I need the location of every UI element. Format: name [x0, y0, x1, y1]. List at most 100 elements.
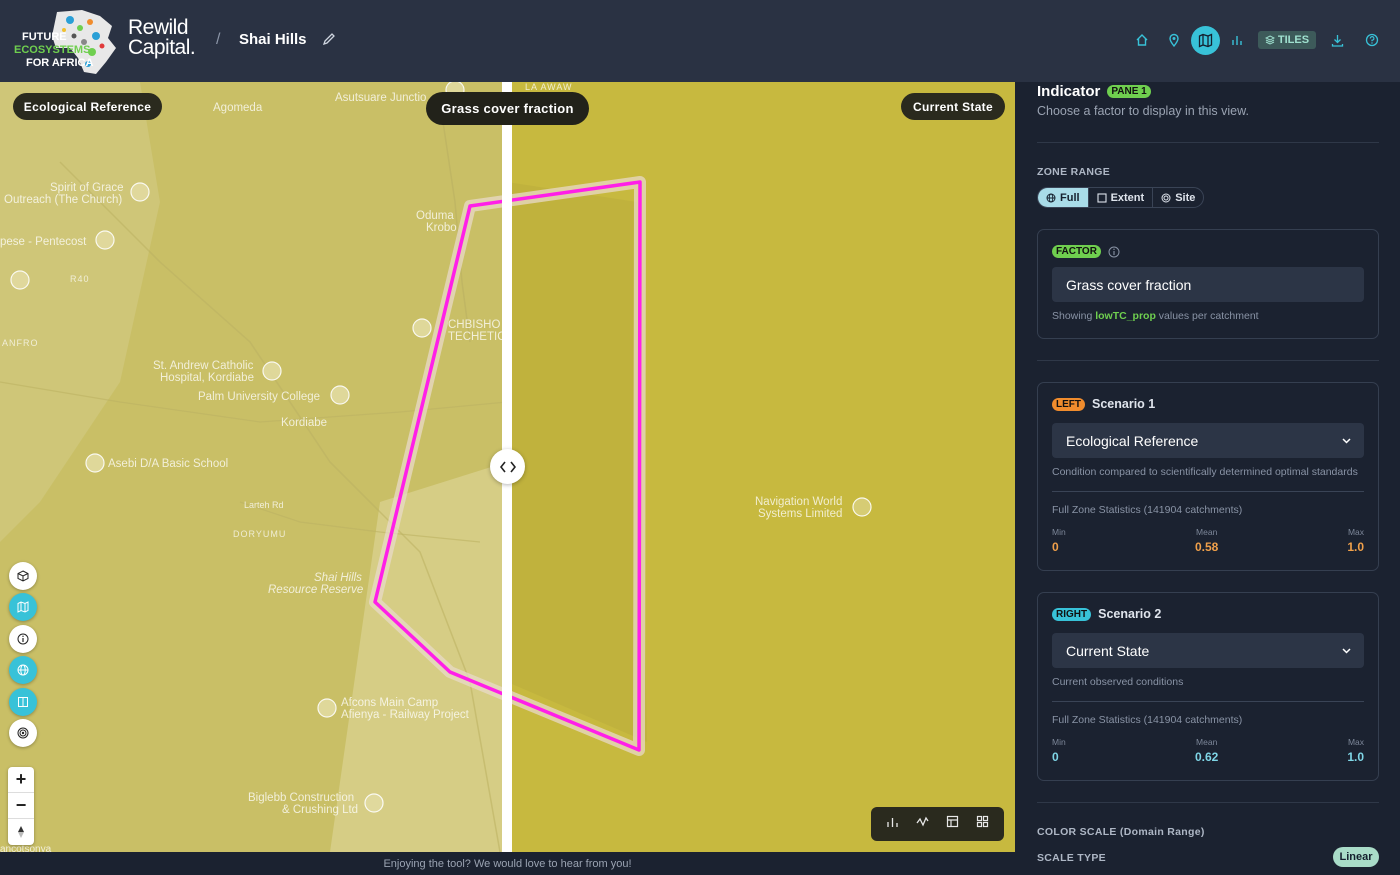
factor-title-pill: Grass cover fraction — [426, 92, 589, 125]
stat-label: Mean — [1196, 737, 1218, 747]
bar-chart-icon[interactable] — [1228, 31, 1246, 49]
info-icon[interactable] — [9, 625, 37, 653]
zoom-control: + − — [8, 767, 34, 845]
right-scenario-title: Scenario 2 — [1098, 607, 1162, 621]
zoom-out-button[interactable]: − — [8, 793, 34, 819]
tiles-label: TILES — [1277, 34, 1310, 46]
location-pin-icon[interactable] — [1165, 31, 1183, 49]
split-view-icon[interactable] — [9, 688, 37, 716]
map-layer-icon[interactable] — [9, 593, 37, 621]
cube-icon[interactable] — [9, 562, 37, 590]
brand-line-2: Capital. — [128, 36, 196, 59]
zone-range-toggle: Full Extent Site — [1037, 187, 1205, 208]
left-scenario-pill: Ecological Reference — [13, 93, 162, 120]
left-stats-title: Full Zone Statistics (141904 catchments) — [1052, 504, 1243, 516]
divider — [1052, 701, 1364, 702]
factor-note: Showing lowTC_prop values per catchment — [1052, 310, 1259, 322]
right-stat-mean: Mean 0.62 — [1195, 737, 1218, 764]
left-scenario-header: LEFT Scenario 1 — [1052, 397, 1155, 411]
color-scale-label: COLOR SCALE (Domain Range) — [1037, 826, 1205, 838]
right-stats-title: Full Zone Statistics (141904 catchments) — [1052, 714, 1243, 726]
info-icon[interactable] — [1108, 246, 1120, 258]
right-scenario-desc: Current observed conditions — [1052, 676, 1184, 688]
right-scenario-value: Current State — [1066, 642, 1150, 659]
stat-label: Max — [1347, 737, 1364, 747]
feedback-text[interactable]: Enjoying the tool? We would love to hear… — [383, 858, 631, 870]
stat-value: 1.0 — [1347, 750, 1364, 764]
factor-badge: FACTOR — [1052, 245, 1101, 258]
indicator-panel: Indicator PANE 1 Choose a factor to disp… — [1015, 82, 1400, 875]
left-scenario-select[interactable]: Ecological Reference — [1052, 423, 1364, 458]
right-scenario-card: RIGHT Scenario 2 Current State Current o… — [1037, 592, 1379, 781]
left-scenario-desc: Condition compared to scientifically det… — [1052, 466, 1358, 478]
right-scenario-header: RIGHT Scenario 2 — [1052, 607, 1161, 621]
stat-label: Max — [1347, 527, 1364, 537]
stat-label: Mean — [1196, 527, 1218, 537]
zone-option-full[interactable]: Full — [1038, 188, 1089, 207]
compass-north-icon[interactable] — [8, 819, 34, 845]
globe-icon — [1046, 193, 1056, 202]
zoom-in-button[interactable]: + — [8, 767, 34, 793]
globe-icon[interactable] — [9, 656, 37, 684]
factor-note-suffix: values per catchment — [1155, 310, 1259, 322]
zone-range-label: ZONE RANGE — [1037, 166, 1111, 178]
panel-title: Indicator — [1037, 83, 1101, 100]
left-scenario-value: Ecological Reference — [1066, 432, 1199, 449]
future-ecosystems-logo[interactable]: FUTURE ECOSYSTEMS FOR AFRICA — [12, 8, 122, 76]
split-drag-handle[interactable] — [490, 449, 525, 484]
left-scenario-title: Scenario 1 — [1092, 397, 1156, 411]
left-stat-min: Min 0 — [1052, 527, 1066, 554]
target-icon[interactable] — [9, 719, 37, 747]
right-scenario-select[interactable]: Current State — [1052, 633, 1364, 668]
tiles-button[interactable]: TILES — [1258, 31, 1316, 49]
stat-label: Min — [1052, 737, 1066, 747]
stat-value: 0 — [1052, 750, 1059, 764]
edit-pencil-icon[interactable] — [322, 32, 336, 46]
chevron-left-right-icon — [499, 461, 516, 472]
stat-value: 1.0 — [1347, 540, 1364, 554]
zone-option-label: Full — [1060, 191, 1080, 204]
divider — [1037, 360, 1379, 361]
zone-option-site[interactable]: Site — [1153, 188, 1203, 207]
svg-text:FOR AFRICA: FOR AFRICA — [26, 57, 93, 69]
stat-value: 0.58 — [1195, 540, 1219, 554]
stat-value: 0 — [1052, 540, 1059, 554]
factor-note-prefix: Showing — [1052, 310, 1096, 322]
map-icon[interactable] — [1191, 26, 1220, 55]
scale-type-toggle[interactable]: Linear — [1333, 847, 1379, 867]
right-badge: RIGHT — [1052, 607, 1092, 621]
factor-select[interactable]: Grass cover fraction — [1052, 267, 1364, 302]
table-icon[interactable] — [946, 815, 959, 833]
factor-field-name: lowTC_prop — [1095, 310, 1156, 322]
svg-text:ECOSYSTEMS: ECOSYSTEMS — [14, 44, 90, 56]
svg-text:FUTURE: FUTURE — [22, 31, 67, 43]
zone-option-extent[interactable]: Extent — [1089, 188, 1154, 207]
feedback-footer[interactable]: Enjoying the tool? We would love to hear… — [0, 852, 1015, 875]
brand-line-1: Rewild — [128, 16, 189, 39]
tiles-layers-icon — [1264, 35, 1275, 45]
breadcrumb-separator: / — [216, 31, 221, 48]
home-icon[interactable] — [1133, 31, 1151, 49]
left-badge: LEFT — [1052, 397, 1085, 411]
square-icon — [1097, 192, 1107, 203]
download-icon[interactable] — [1328, 31, 1346, 49]
chevron-down-icon — [1342, 648, 1351, 654]
divider — [1037, 802, 1379, 803]
scale-type-label: SCALE TYPE — [1037, 852, 1106, 864]
grid-icon[interactable] — [976, 815, 989, 833]
zone-option-label: Site — [1175, 191, 1196, 204]
line-chart-icon[interactable] — [916, 815, 929, 833]
help-icon[interactable] — [1363, 31, 1381, 49]
stat-value: 0.62 — [1195, 750, 1219, 764]
chart-toolbar — [871, 807, 1004, 841]
bar-chart-icon[interactable] — [886, 815, 899, 833]
app-header: FUTURE ECOSYSTEMS FOR AFRICA Rewild Capi… — [0, 0, 1400, 82]
right-stat-min: Min 0 — [1052, 737, 1066, 764]
map-canvas[interactable]: Agomeda Asutsuare Junctio Spirit of Grac… — [0, 82, 1015, 852]
right-stat-max: Max 1.0 — [1347, 737, 1364, 764]
chevron-down-icon — [1342, 438, 1351, 444]
stat-label: Min — [1052, 527, 1066, 537]
project-title: Shai Hills — [239, 31, 307, 48]
divider — [1037, 142, 1379, 143]
panel-header: Indicator PANE 1 — [1037, 83, 1151, 100]
